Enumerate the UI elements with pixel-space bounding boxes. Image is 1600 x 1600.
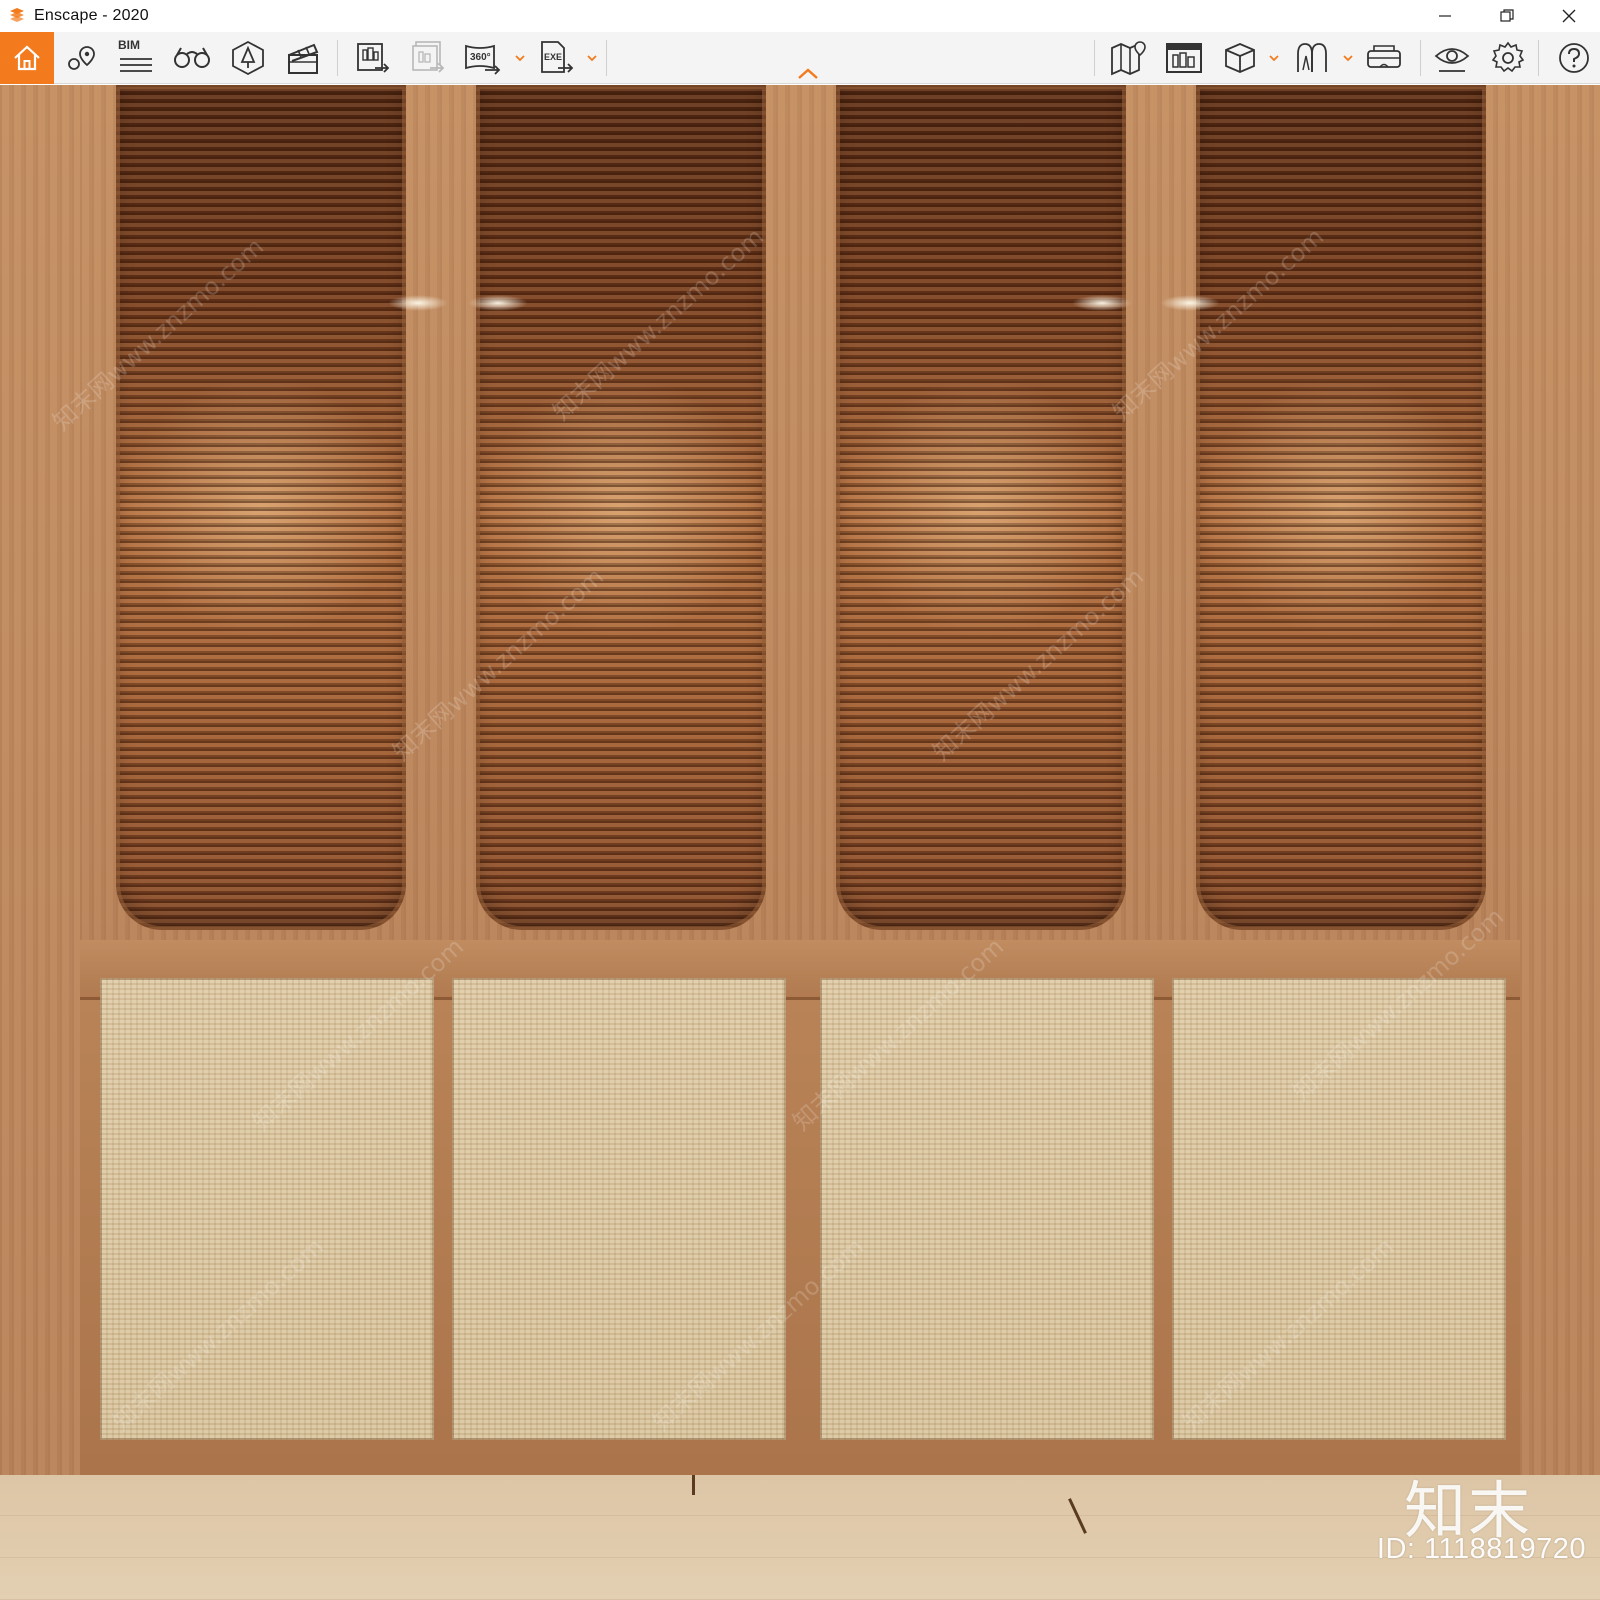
general-settings-button[interactable] (1488, 38, 1528, 78)
svg-text:EXE: EXE (544, 52, 562, 62)
close-button[interactable] (1538, 0, 1600, 32)
wood-side-panel-right (1520, 85, 1600, 1505)
blind-window-3 (836, 85, 1126, 930)
blind-window-1 (116, 85, 406, 930)
lamp-glow (388, 295, 448, 311)
chevron-up-icon (798, 68, 818, 79)
help-icon (1559, 43, 1589, 73)
render-viewport[interactable]: 知末网www.znzmo.com 知末网www.znzmo.com 知末网www… (0, 85, 1600, 1600)
restore-icon (1500, 9, 1514, 22)
walk-dropdown-caret[interactable] (1342, 52, 1354, 64)
exe-export-icon: EXE (541, 41, 574, 73)
toolbar-separator (606, 40, 607, 76)
cube-icon (1225, 43, 1255, 73)
title-bar: Enscape - 2020 (0, 0, 1600, 32)
blind-window-2 (476, 85, 766, 930)
chevron-down-icon (1269, 55, 1279, 62)
bim-button[interactable]: BIM (116, 38, 156, 78)
location-pin-icon (68, 46, 95, 70)
eye-icon (1434, 48, 1470, 72)
window-controls (1414, 0, 1600, 32)
asset-library-button[interactable] (228, 38, 268, 78)
toolbar-separator (1420, 40, 1421, 76)
wood-side-panel-left (0, 85, 80, 1505)
binoculars-button[interactable] (172, 38, 212, 78)
help-button[interactable] (1554, 38, 1594, 78)
collapse-toolbar-toggle[interactable] (796, 66, 820, 82)
panorama-360-icon: 360° (465, 44, 501, 75)
home-button[interactable] (0, 32, 54, 84)
window-title: Enscape - 2020 (34, 7, 149, 24)
lamp-glow (468, 295, 528, 311)
chevron-down-icon (587, 55, 597, 62)
export-disabled-button[interactable] (408, 38, 448, 78)
view-management-button[interactable] (62, 38, 102, 78)
gear-icon (1491, 41, 1525, 73)
export-disabled-icon (412, 41, 445, 73)
chevron-down-icon (515, 55, 525, 62)
watermark-id: ID: 1118819720 (1376, 1533, 1586, 1565)
bim-list-icon: BIM (118, 38, 154, 76)
home-icon (14, 45, 40, 71)
walk-icon (1297, 43, 1327, 72)
vr-headset-button[interactable] (1364, 38, 1404, 78)
map-button[interactable] (1108, 38, 1148, 78)
view-mode-button[interactable] (1220, 38, 1260, 78)
tree-asset-icon (232, 40, 264, 76)
walk-fly-button[interactable] (1292, 38, 1332, 78)
floor-seam (1068, 1498, 1087, 1534)
exe-export-button[interactable]: EXE (536, 38, 576, 78)
close-icon (1562, 9, 1576, 23)
chevron-down-icon (1343, 55, 1353, 62)
toolbar-separator (337, 40, 338, 76)
render-settings-icon (1166, 43, 1202, 73)
video-editor-button[interactable] (283, 38, 323, 78)
wood-floor (0, 1475, 1600, 1600)
view-mode-dropdown-caret[interactable] (1268, 52, 1280, 64)
floor-seam (692, 1475, 695, 1495)
toolbar: BIM 360° EXE (0, 32, 1600, 84)
clapperboard-icon (288, 43, 319, 74)
visual-settings-button[interactable] (1432, 38, 1472, 78)
minimize-button[interactable] (1414, 0, 1476, 32)
map-icon (1111, 41, 1146, 76)
toolbar-separator (1094, 40, 1095, 76)
batch-render-icon (357, 43, 390, 73)
binoculars-icon (174, 47, 210, 68)
svg-text:360°: 360° (470, 52, 491, 63)
render-settings-button[interactable] (1164, 38, 1204, 78)
lamp-glow (1072, 295, 1132, 311)
vr-headset-icon (1367, 45, 1401, 68)
toolbar-separator (1538, 40, 1539, 76)
minimize-icon (1439, 15, 1451, 17)
batch-render-button[interactable] (353, 38, 393, 78)
panorama-dropdown-caret[interactable] (514, 52, 526, 64)
enscape-logo-icon (6, 5, 28, 27)
exe-dropdown-caret[interactable] (586, 52, 598, 64)
restore-button[interactable] (1476, 0, 1538, 32)
panorama-360-button[interactable]: 360° (462, 38, 502, 78)
blind-window-4 (1196, 85, 1486, 930)
